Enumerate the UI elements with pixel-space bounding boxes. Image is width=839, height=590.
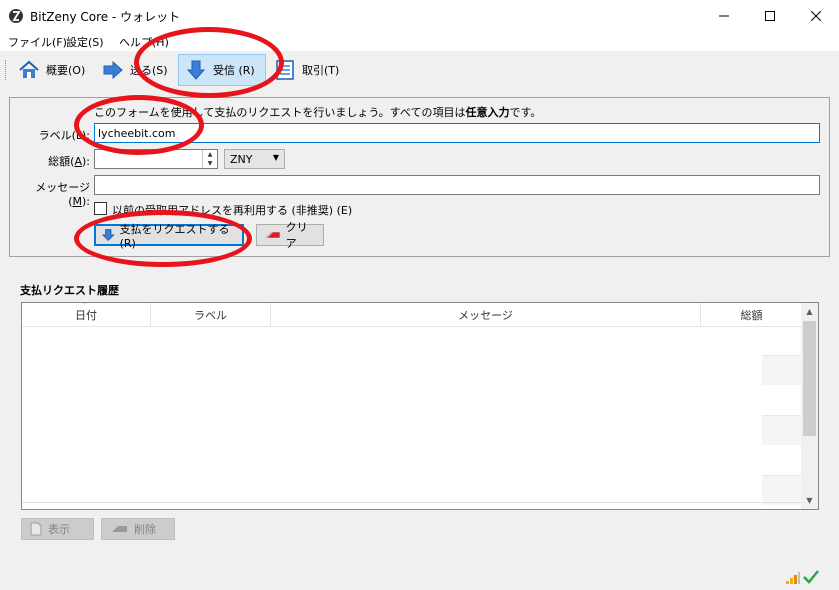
menu-settings[interactable]: 設定(S) (66, 34, 104, 50)
menu-bar: ファイル(F) 設定(S) ヘルプ(H) (0, 31, 839, 51)
arrow-down-icon (186, 60, 206, 80)
history-title: 支払リクエスト履歴 (20, 284, 119, 297)
table-header: ⌃ 日付 ラベル メッセージ 総額 (22, 301, 802, 327)
tab-send-label: 送る(S) (130, 64, 168, 77)
scrollbar-thumb[interactable] (803, 321, 816, 436)
home-icon (19, 60, 39, 78)
form-intro-text: このフォームを使用して支払のリクエストを行いましょう。すべての項目は任意入力です… (94, 104, 541, 120)
amount-spinbox[interactable]: ▲ ▼ (94, 149, 218, 169)
close-icon (811, 10, 821, 21)
label-input[interactable] (94, 123, 820, 143)
amount-label-key: A (74, 155, 82, 168)
amount-field-label: 総額(A): (10, 153, 90, 169)
table-row-stripe (762, 355, 802, 385)
column-label[interactable]: ラベル (151, 303, 271, 327)
tab-overview[interactable]: 概要(O) (12, 54, 91, 86)
tab-overview-label: 概要(O) (46, 64, 86, 77)
bitzeny-logo-icon (9, 9, 23, 23)
tab-receive-label: 受信 (R) (213, 64, 255, 77)
tab-send[interactable]: 送る(S) (96, 54, 174, 86)
menu-help[interactable]: ヘルプ(H) (119, 34, 169, 50)
show-label: 表示 (48, 523, 70, 536)
table-bottom-divider (22, 502, 802, 503)
scroll-down-icon[interactable]: ▼ (801, 492, 818, 509)
amount-label-prefix: 総額( (48, 155, 75, 168)
show-button[interactable]: 表示 (21, 518, 94, 540)
transactions-list-icon (276, 60, 294, 80)
menu-file[interactable]: ファイル(F) (8, 34, 67, 50)
unit-selected: ZNY (230, 153, 253, 166)
title-bar: BitZeny Core - ウォレット (0, 0, 839, 31)
amount-label-suffix: ): (82, 155, 90, 168)
intro-suffix: です。 (509, 106, 542, 119)
stepper-down-icon[interactable]: ▼ (203, 159, 217, 168)
amount-stepper[interactable]: ▲ ▼ (202, 150, 217, 168)
remove-label: 削除 (134, 523, 156, 536)
close-button[interactable] (793, 0, 839, 31)
intro-prefix: このフォームを使用して支払のリクエストを行いましょう。すべての項目は (94, 106, 466, 119)
label-field-label: ラベル(L): (38, 129, 90, 142)
column-amount[interactable]: 総額 (701, 303, 802, 327)
scroll-up-icon[interactable]: ▲ (801, 303, 818, 320)
tab-transactions-label: 取引(T) (302, 64, 340, 77)
synced-check-icon[interactable] (803, 570, 819, 584)
receive-form-panel: このフォームを使用して支払のリクエストを行いましょう。すべての項目は任意入力です… (9, 97, 830, 257)
request-payment-button[interactable]: 支払をリクエストする (R) (94, 223, 244, 250)
eraser-icon (265, 232, 280, 238)
message-label-suffix: ): (82, 195, 90, 208)
column-date[interactable]: 日付 (22, 303, 151, 327)
toolbar-grip[interactable] (5, 60, 8, 80)
message-input[interactable] (94, 175, 820, 195)
stepper-up-icon[interactable]: ▲ (203, 150, 217, 159)
minimize-icon (719, 15, 729, 16)
document-icon (30, 522, 42, 536)
arrow-down-icon (102, 229, 115, 242)
clear-label: クリア (285, 221, 308, 250)
reuse-address-checkbox[interactable] (94, 202, 107, 215)
column-message[interactable]: メッセージ (271, 303, 701, 327)
arrow-right-icon (103, 60, 123, 80)
remove-button[interactable]: 削除 (101, 518, 175, 540)
table-row-stripe (762, 415, 802, 445)
clear-button[interactable]: クリア (256, 221, 324, 250)
unit-select[interactable]: ZNY ▼ (224, 149, 285, 169)
tab-receive[interactable]: 受信 (R) (178, 54, 266, 86)
message-field-label: メッセージ (M): (10, 179, 90, 208)
table-row-stripe (762, 475, 802, 505)
maximize-button[interactable] (747, 0, 793, 31)
message-label-key: M (72, 195, 83, 208)
chevron-down-icon: ▼ (272, 153, 279, 162)
eraser-icon (112, 526, 127, 532)
window-title: BitZeny Core - ウォレット (30, 10, 181, 24)
intro-bold: 任意入力 (465, 106, 510, 119)
maximize-icon (765, 10, 775, 21)
status-bar (786, 570, 819, 584)
toolbar: 概要(O) 送る(S) 受信 (R) 取引(T) (0, 52, 839, 88)
request-history-table[interactable]: ⌃ 日付 ラベル メッセージ 総額 ▲ ▼ (21, 301, 819, 510)
request-payment-label: 支払をリクエストする (R) (119, 222, 230, 250)
reuse-address-label[interactable]: 以前の受取用アドレスを再利用する (非推奨) (E) (112, 202, 352, 218)
tab-transactions[interactable]: 取引(T) (268, 54, 345, 86)
vertical-scrollbar[interactable]: ▲ ▼ (801, 303, 818, 509)
minimize-button[interactable] (701, 0, 747, 31)
network-signal-icon[interactable] (786, 572, 800, 584)
